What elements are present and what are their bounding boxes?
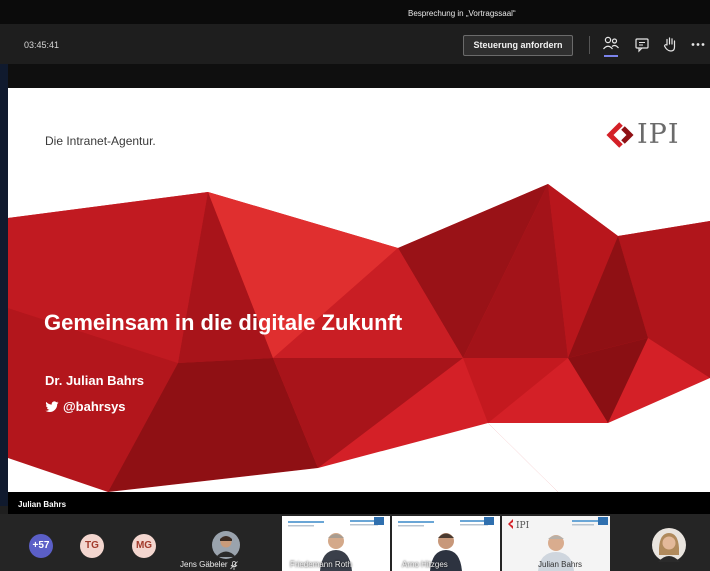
participant-strip: +57 TG MG Jens Gäbeler Friedemann Roth A… xyxy=(0,514,710,571)
request-control-button[interactable]: Steuerung anfordern xyxy=(463,35,573,56)
more-icon xyxy=(691,43,705,46)
left-window-edge xyxy=(0,64,8,506)
muted-mic-icon xyxy=(230,561,238,570)
window-title: Besprechung in „Vortragssaal“ xyxy=(408,9,516,18)
more-participants-badge[interactable]: +57 xyxy=(29,534,53,558)
chat-button[interactable] xyxy=(632,34,652,54)
participant-avatar-mg[interactable]: MG xyxy=(132,534,156,558)
meeting-controls-bar: 03:45:41 Steuerung anfordern xyxy=(0,24,710,64)
participant-avatar-photo[interactable] xyxy=(652,528,686,562)
slide-tagline: Die Intranet-Agentur. xyxy=(45,134,156,148)
participant-name: Arno Hitzges xyxy=(402,560,448,569)
participants-button[interactable] xyxy=(601,34,621,57)
meeting-timer: 03:45:41 xyxy=(24,40,60,50)
more-actions-button[interactable] xyxy=(688,34,708,54)
slide-title: Gemeinsam in die digitale Zukunft xyxy=(44,310,403,335)
participant-photo xyxy=(212,531,240,559)
raise-hand-button[interactable] xyxy=(660,34,680,54)
participant-name: Jens Gäbeler xyxy=(180,560,228,569)
svg-text:IPI: IPI xyxy=(516,521,530,531)
active-speaker-name: Julian Bahrs xyxy=(18,500,67,509)
shared-screen-letterbox xyxy=(8,64,710,88)
twitter-bird-icon xyxy=(45,401,59,413)
window-title-bar: Besprechung in „Vortragssaal“ xyxy=(0,0,710,24)
hand-icon xyxy=(663,37,676,52)
twitter-handle: @bahrsys xyxy=(45,399,126,414)
chat-icon xyxy=(635,38,649,53)
toolbar-divider xyxy=(589,36,590,54)
diamond-logo-icon xyxy=(606,122,634,148)
participant-tile-arno[interactable]: Arno Hitzges xyxy=(392,516,500,571)
twitter-handle-text: @bahrsys xyxy=(63,399,126,414)
active-speaker-bar: Julian Bahrs xyxy=(8,492,710,514)
company-logo: IPI xyxy=(606,119,696,150)
participant-name: Julian Bahrs xyxy=(538,560,583,569)
active-indicator xyxy=(604,55,618,57)
people-icon xyxy=(603,36,619,50)
participant-tile-jens[interactable]: Jens Gäbeler xyxy=(172,516,280,571)
participant-tile-julian[interactable]: IPI Julian Bahrs xyxy=(502,516,610,571)
shared-presentation-slide: Die Intranet-Agentur. IPI Gemeinsam in d… xyxy=(8,88,710,492)
participant-name: Friedemann Roth xyxy=(290,560,352,569)
presenter-name: Dr. Julian Bahrs xyxy=(45,373,144,388)
participant-avatar-tg[interactable]: TG xyxy=(80,534,104,558)
logo-text: IPI xyxy=(637,119,680,150)
participant-tile-friedemann[interactable]: Friedemann Roth xyxy=(282,516,390,571)
slide-background-graphic xyxy=(8,184,710,492)
